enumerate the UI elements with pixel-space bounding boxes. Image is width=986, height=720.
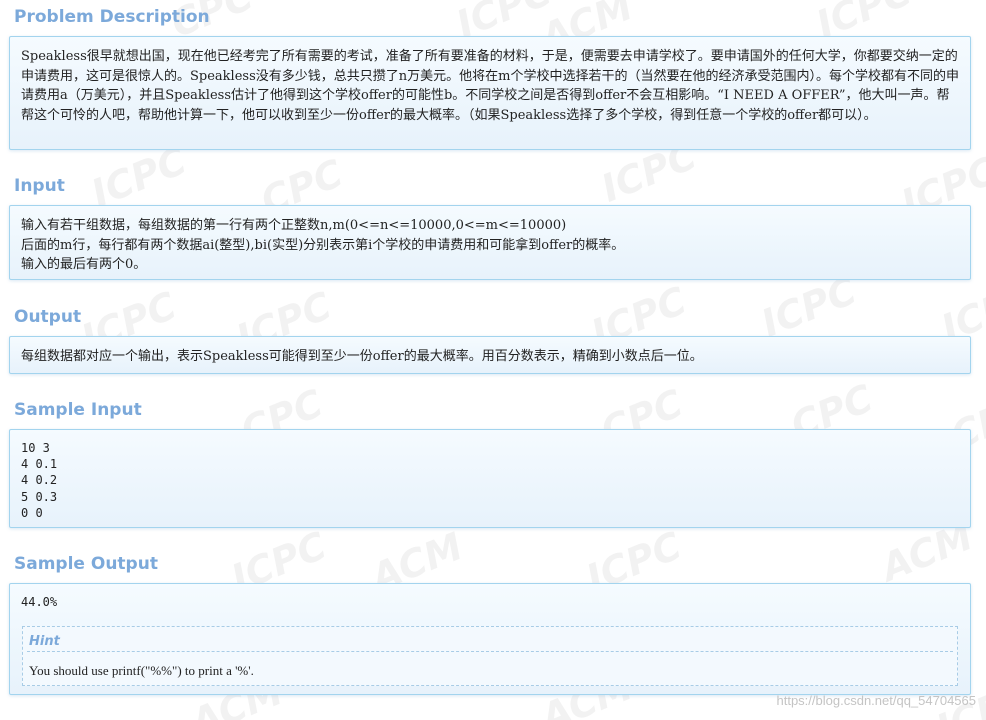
footer-watermark: https://blog.csdn.net/qq_54704565 bbox=[776, 693, 977, 708]
hint-title: Hint bbox=[29, 634, 60, 649]
input-line: 输入的最后有两个0。 bbox=[21, 257, 147, 272]
input-panel: 输入有若干组数据，每组数据的第一行有两个正整数n,m(0<=n<=10000,0… bbox=[9, 205, 971, 280]
sample-output-title: Sample Output bbox=[14, 554, 158, 574]
sample-input-title: Sample Input bbox=[14, 400, 142, 420]
hint-box: Hint You should use printf("%%") to prin… bbox=[22, 626, 958, 686]
input-line: 后面的m行，每行都有两个数据ai(整型),bi(实型)分别表示第i个学校的申请费… bbox=[21, 237, 625, 253]
problem-description-panel: Speakless很早就想出国，现在他已经考完了所有需要的考试，准备了所有要准备… bbox=[9, 36, 971, 150]
hint-divider bbox=[27, 651, 953, 652]
output-panel: 每组数据都对应一个输出，表示Speakless可能得到至少一份offer的最大概… bbox=[9, 336, 971, 374]
input-line: 输入有若干组数据，每组数据的第一行有两个正整数n,m(0<=n<=10000,0… bbox=[21, 218, 567, 233]
sample-output-code: 44.0% bbox=[21, 595, 58, 609]
input-title: Input bbox=[14, 176, 65, 196]
sample-input-code: 10 3 4 0.1 4 0.2 5 0.3 0 0 bbox=[21, 441, 58, 520]
hint-text: You should use printf("%%") to print a '… bbox=[29, 663, 254, 678]
problem-description-text: Speakless很早就想出国，现在他已经考完了所有需要的考试，准备了所有要准备… bbox=[21, 49, 959, 123]
output-text: 每组数据都对应一个输出，表示Speakless可能得到至少一份offer的最大概… bbox=[21, 349, 703, 364]
sample-input-panel: 10 3 4 0.1 4 0.2 5 0.3 0 0 bbox=[9, 429, 971, 528]
sample-output-panel: 44.0% Hint You should use printf("%%") t… bbox=[9, 583, 971, 695]
problem-description-title: Problem Description bbox=[14, 7, 210, 27]
output-title: Output bbox=[14, 307, 82, 327]
